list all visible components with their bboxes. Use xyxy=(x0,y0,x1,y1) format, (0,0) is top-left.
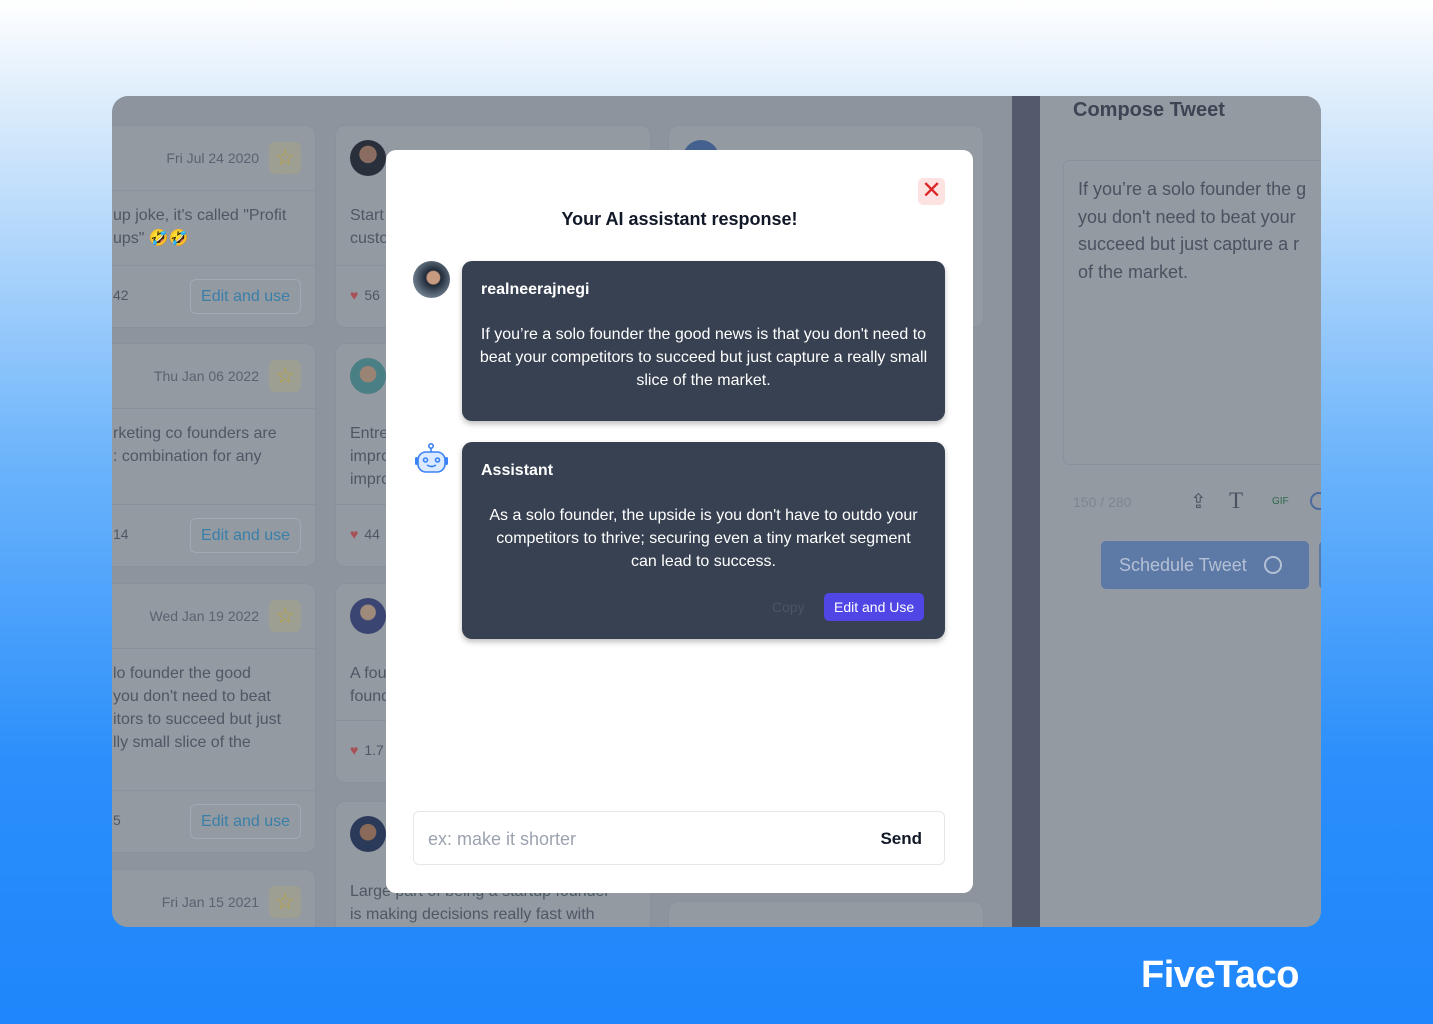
tweet-date: Wed Jan 19 2022 xyxy=(149,608,260,624)
like-count: 42 xyxy=(113,287,129,303)
like-count: 14 xyxy=(113,526,129,542)
tweet-card xyxy=(668,901,984,927)
tweet-card: Wed Jan 19 2022 ☆ lo founder the good you… xyxy=(112,583,316,853)
star-icon[interactable]: ☆ xyxy=(269,600,301,632)
star-icon[interactable]: ☆ xyxy=(269,142,301,174)
heart-icon: ♥ xyxy=(350,742,359,758)
emoji-icon[interactable] xyxy=(1310,492,1321,510)
user-message: realneerajnegi If you’re a solo founder … xyxy=(462,261,945,421)
tweet-text: lo founder the good you don't need to be… xyxy=(113,665,282,751)
like-count: 44 xyxy=(364,526,380,542)
avatar xyxy=(350,140,386,176)
avatar xyxy=(350,816,386,852)
like-count: 56 xyxy=(364,287,380,303)
close-button[interactable]: ✕ xyxy=(918,178,945,205)
user-message-text: If you’re a solo founder the good news i… xyxy=(479,326,928,389)
tweet-text: A fou found xyxy=(350,665,391,705)
avatar xyxy=(350,598,386,634)
ai-assistant-modal: ✕ Your AI assistant response! realneeraj… xyxy=(386,150,973,893)
star-icon[interactable]: ☆ xyxy=(269,886,301,918)
compose-panel: Compose Tweet If you’re a solo founder t… xyxy=(1040,96,1321,927)
compose-title: Compose Tweet xyxy=(1073,99,1225,121)
edit-and-use-button[interactable]: Edit and use xyxy=(190,518,301,553)
heart-icon: ♥ xyxy=(350,526,359,542)
schedule-tweet-label: Schedule Tweet xyxy=(1119,555,1247,575)
secondary-button[interactable] xyxy=(1319,541,1321,589)
tweet-card: Thu Jan 06 2022 ☆ rketing co founders are… xyxy=(112,343,316,567)
tweet-textarea[interactable]: If you’re a solo founder the g you don't… xyxy=(1063,160,1321,465)
text-format-icon[interactable]: T xyxy=(1229,488,1243,514)
char-counter: 150 / 280 xyxy=(1073,494,1132,510)
user-name: realneerajnegi xyxy=(481,281,590,298)
assistant-name: Assistant xyxy=(481,462,554,479)
copy-button[interactable]: Copy xyxy=(772,599,805,615)
tweet-date: Fri Jan 15 2021 xyxy=(161,894,259,910)
tweet-text: Start custo xyxy=(350,207,389,247)
tweet-text: Entre impro impro xyxy=(350,425,391,488)
tweet-text-value: If you’re a solo founder the g you don't… xyxy=(1078,179,1307,282)
assistant-message: Assistant As a solo founder, the upside … xyxy=(462,442,945,639)
heart-icon: ♥ xyxy=(350,287,359,303)
edit-and-use-button[interactable]: Edit and use xyxy=(190,804,301,839)
schedule-tweet-button[interactable]: Schedule Tweet xyxy=(1101,541,1309,589)
modal-title: Your AI assistant response! xyxy=(561,209,798,229)
send-button[interactable]: Send xyxy=(880,829,922,849)
upload-icon[interactable]: ⇪ xyxy=(1190,489,1207,514)
edit-and-use-button[interactable]: Edit and use xyxy=(190,279,301,314)
assistant-message-text: As a solo founder, the upside is you don… xyxy=(489,507,918,570)
tweet-date: Thu Jan 06 2022 xyxy=(153,368,259,384)
like-count: 1.7 xyxy=(364,742,384,758)
tweet-text: rketing co founders are : combination fo… xyxy=(113,425,277,465)
avatar xyxy=(350,358,386,394)
edit-and-use-button[interactable]: Edit and Use xyxy=(824,593,925,621)
clock-icon xyxy=(1263,556,1282,574)
brand-logo: FiveTaco xyxy=(1141,954,1299,996)
robot-icon xyxy=(413,442,450,479)
gif-icon[interactable]: GIF xyxy=(1272,496,1289,507)
panel-divider[interactable] xyxy=(1012,96,1040,927)
prompt-placeholder: ex: make it shorter xyxy=(428,829,577,849)
prompt-input[interactable]: ex: make it shorter Send xyxy=(413,811,945,865)
like-count: 5 xyxy=(113,812,121,828)
tweet-text: up joke, it's called "Profit ups" 🤣🤣 xyxy=(113,207,287,247)
star-icon[interactable]: ☆ xyxy=(269,360,301,392)
tweet-card: Fri Jan 15 2021 ☆ xyxy=(112,869,316,927)
tweet-date: Fri Jul 24 2020 xyxy=(166,150,259,166)
tweet-card: Fri Jul 24 2020 ☆ up joke, it's called "P… xyxy=(112,125,316,328)
user-avatar xyxy=(413,261,450,298)
